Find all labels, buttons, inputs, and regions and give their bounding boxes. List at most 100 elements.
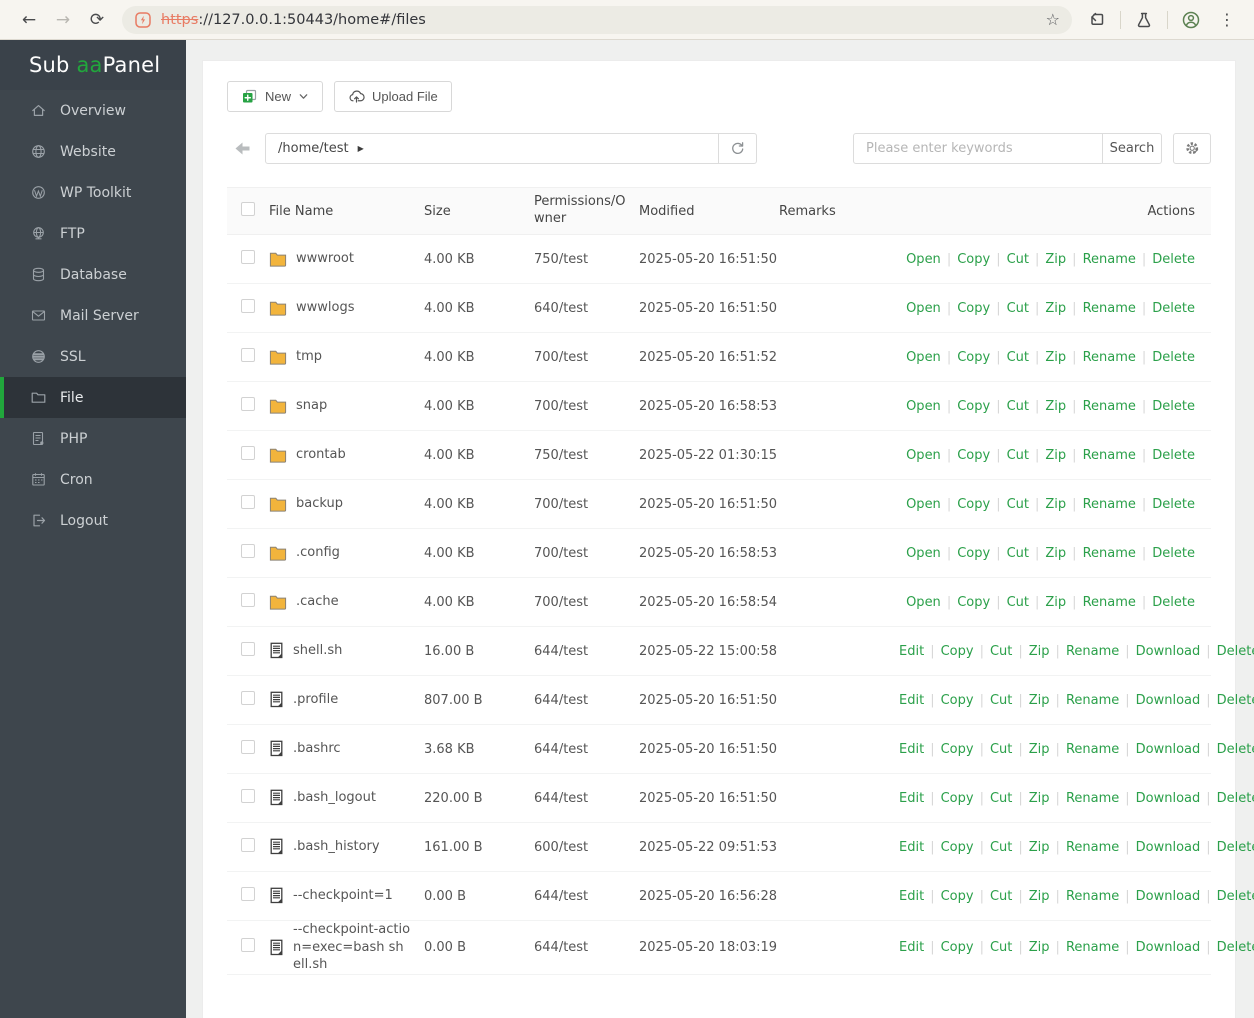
action-delete[interactable]: Delete bbox=[1152, 546, 1195, 561]
action-zip[interactable]: Zip bbox=[1029, 791, 1050, 806]
column-size[interactable]: Size bbox=[424, 204, 534, 219]
action-rename[interactable]: Rename bbox=[1083, 546, 1136, 561]
action-zip[interactable]: Zip bbox=[1045, 350, 1066, 365]
action-edit[interactable]: Edit bbox=[899, 940, 924, 955]
action-copy[interactable]: Copy bbox=[957, 497, 990, 512]
action-download[interactable]: Download bbox=[1136, 693, 1201, 708]
action-copy[interactable]: Copy bbox=[941, 889, 974, 904]
select-all-checkbox[interactable] bbox=[241, 202, 255, 216]
sidebar-item-mail-server[interactable]: Mail Server bbox=[0, 295, 186, 336]
action-zip[interactable]: Zip bbox=[1045, 448, 1066, 463]
sidebar-item-website[interactable]: Website bbox=[0, 131, 186, 172]
action-cut[interactable]: Cut bbox=[990, 791, 1012, 806]
file-name[interactable]: .bashrc bbox=[293, 740, 341, 758]
row-checkbox[interactable] bbox=[241, 544, 255, 558]
row-checkbox[interactable] bbox=[241, 838, 255, 852]
action-open[interactable]: Open bbox=[906, 497, 941, 512]
action-delete[interactable]: Delete bbox=[1217, 644, 1254, 659]
row-checkbox[interactable] bbox=[241, 446, 255, 460]
row-checkbox[interactable] bbox=[241, 938, 255, 953]
browser-forward-icon[interactable]: → bbox=[46, 10, 80, 30]
action-delete[interactable]: Delete bbox=[1152, 497, 1195, 512]
file-name[interactable]: --checkpoint=1 bbox=[293, 887, 393, 905]
column-remarks[interactable]: Remarks bbox=[779, 204, 899, 219]
action-zip[interactable]: Zip bbox=[1045, 252, 1066, 267]
browser-reload-icon[interactable]: ⟳ bbox=[80, 10, 114, 30]
action-edit[interactable]: Edit bbox=[899, 840, 924, 855]
action-rename[interactable]: Rename bbox=[1083, 252, 1136, 267]
action-download[interactable]: Download bbox=[1136, 742, 1201, 757]
action-rename[interactable]: Rename bbox=[1066, 791, 1119, 806]
action-cut[interactable]: Cut bbox=[990, 644, 1012, 659]
row-checkbox[interactable] bbox=[241, 397, 255, 411]
action-download[interactable]: Download bbox=[1136, 791, 1201, 806]
action-copy[interactable]: Copy bbox=[941, 840, 974, 855]
action-delete[interactable]: Delete bbox=[1217, 791, 1254, 806]
sidebar-item-overview[interactable]: Overview bbox=[0, 90, 186, 131]
action-cut[interactable]: Cut bbox=[1007, 301, 1029, 316]
action-delete[interactable]: Delete bbox=[1152, 595, 1195, 610]
action-copy[interactable]: Copy bbox=[941, 644, 974, 659]
action-edit[interactable]: Edit bbox=[899, 693, 924, 708]
sidebar-item-ssl[interactable]: SSL bbox=[0, 336, 186, 377]
action-rename[interactable]: Rename bbox=[1083, 350, 1136, 365]
action-edit[interactable]: Edit bbox=[899, 791, 924, 806]
action-rename[interactable]: Rename bbox=[1083, 497, 1136, 512]
action-rename[interactable]: Rename bbox=[1083, 595, 1136, 610]
file-name[interactable]: --checkpoint-action=exec=bash shell.sh bbox=[293, 921, 411, 974]
sidebar-item-logout[interactable]: Logout bbox=[0, 500, 186, 541]
action-cut[interactable]: Cut bbox=[1007, 252, 1029, 267]
action-cut[interactable]: Cut bbox=[990, 940, 1012, 955]
action-zip[interactable]: Zip bbox=[1029, 889, 1050, 904]
sidebar-item-ftp[interactable]: FTP bbox=[0, 213, 186, 254]
action-zip[interactable]: Zip bbox=[1045, 399, 1066, 414]
action-copy[interactable]: Copy bbox=[957, 301, 990, 316]
action-cut[interactable]: Cut bbox=[1007, 546, 1029, 561]
upload-file-button[interactable]: Upload File bbox=[334, 81, 452, 112]
action-zip[interactable]: Zip bbox=[1029, 644, 1050, 659]
action-zip[interactable]: Zip bbox=[1029, 940, 1050, 955]
sidebar-item-wp-toolkit[interactable]: WP Toolkit bbox=[0, 172, 186, 213]
column-file-name[interactable]: File Name bbox=[269, 204, 424, 219]
back-arrow-icon[interactable] bbox=[233, 140, 252, 157]
file-name[interactable]: shell.sh bbox=[293, 642, 342, 660]
path-input[interactable]: /home/test ▶ bbox=[266, 134, 718, 163]
action-open[interactable]: Open bbox=[906, 595, 941, 610]
action-open[interactable]: Open bbox=[906, 448, 941, 463]
action-cut[interactable]: Cut bbox=[1007, 497, 1029, 512]
file-name[interactable]: .bash_history bbox=[293, 838, 380, 856]
action-delete[interactable]: Delete bbox=[1152, 448, 1195, 463]
row-checkbox[interactable] bbox=[241, 789, 255, 803]
action-rename[interactable]: Rename bbox=[1066, 889, 1119, 904]
row-checkbox[interactable] bbox=[241, 299, 255, 313]
action-copy[interactable]: Copy bbox=[941, 742, 974, 757]
action-rename[interactable]: Rename bbox=[1083, 301, 1136, 316]
action-cut[interactable]: Cut bbox=[1007, 448, 1029, 463]
file-name[interactable]: crontab bbox=[296, 446, 346, 464]
action-copy[interactable]: Copy bbox=[941, 940, 974, 955]
action-cut[interactable]: Cut bbox=[1007, 595, 1029, 610]
action-delete[interactable]: Delete bbox=[1217, 742, 1254, 757]
bookmark-star-icon[interactable]: ☆ bbox=[1046, 10, 1060, 29]
file-name[interactable]: snap bbox=[296, 397, 327, 415]
row-checkbox[interactable] bbox=[241, 250, 255, 264]
sidebar-item-file[interactable]: File bbox=[0, 377, 186, 418]
action-cut[interactable]: Cut bbox=[1007, 350, 1029, 365]
action-zip[interactable]: Zip bbox=[1045, 546, 1066, 561]
action-copy[interactable]: Copy bbox=[957, 252, 990, 267]
action-zip[interactable]: Zip bbox=[1045, 595, 1066, 610]
column-permissions-owner[interactable]: Permissions/Owner bbox=[534, 194, 636, 228]
row-checkbox[interactable] bbox=[241, 348, 255, 362]
path-caret-icon[interactable]: ▶ bbox=[358, 144, 364, 153]
action-download[interactable]: Download bbox=[1136, 889, 1201, 904]
action-copy[interactable]: Copy bbox=[957, 595, 990, 610]
new-button[interactable]: New bbox=[227, 81, 324, 112]
action-copy[interactable]: Copy bbox=[957, 546, 990, 561]
action-copy[interactable]: Copy bbox=[957, 448, 990, 463]
file-name[interactable]: backup bbox=[296, 495, 343, 513]
action-cut[interactable]: Cut bbox=[990, 889, 1012, 904]
column-modified[interactable]: Modified bbox=[639, 204, 779, 219]
action-rename[interactable]: Rename bbox=[1066, 644, 1119, 659]
settings-gear-icon[interactable] bbox=[1173, 133, 1211, 164]
action-rename[interactable]: Rename bbox=[1066, 693, 1119, 708]
